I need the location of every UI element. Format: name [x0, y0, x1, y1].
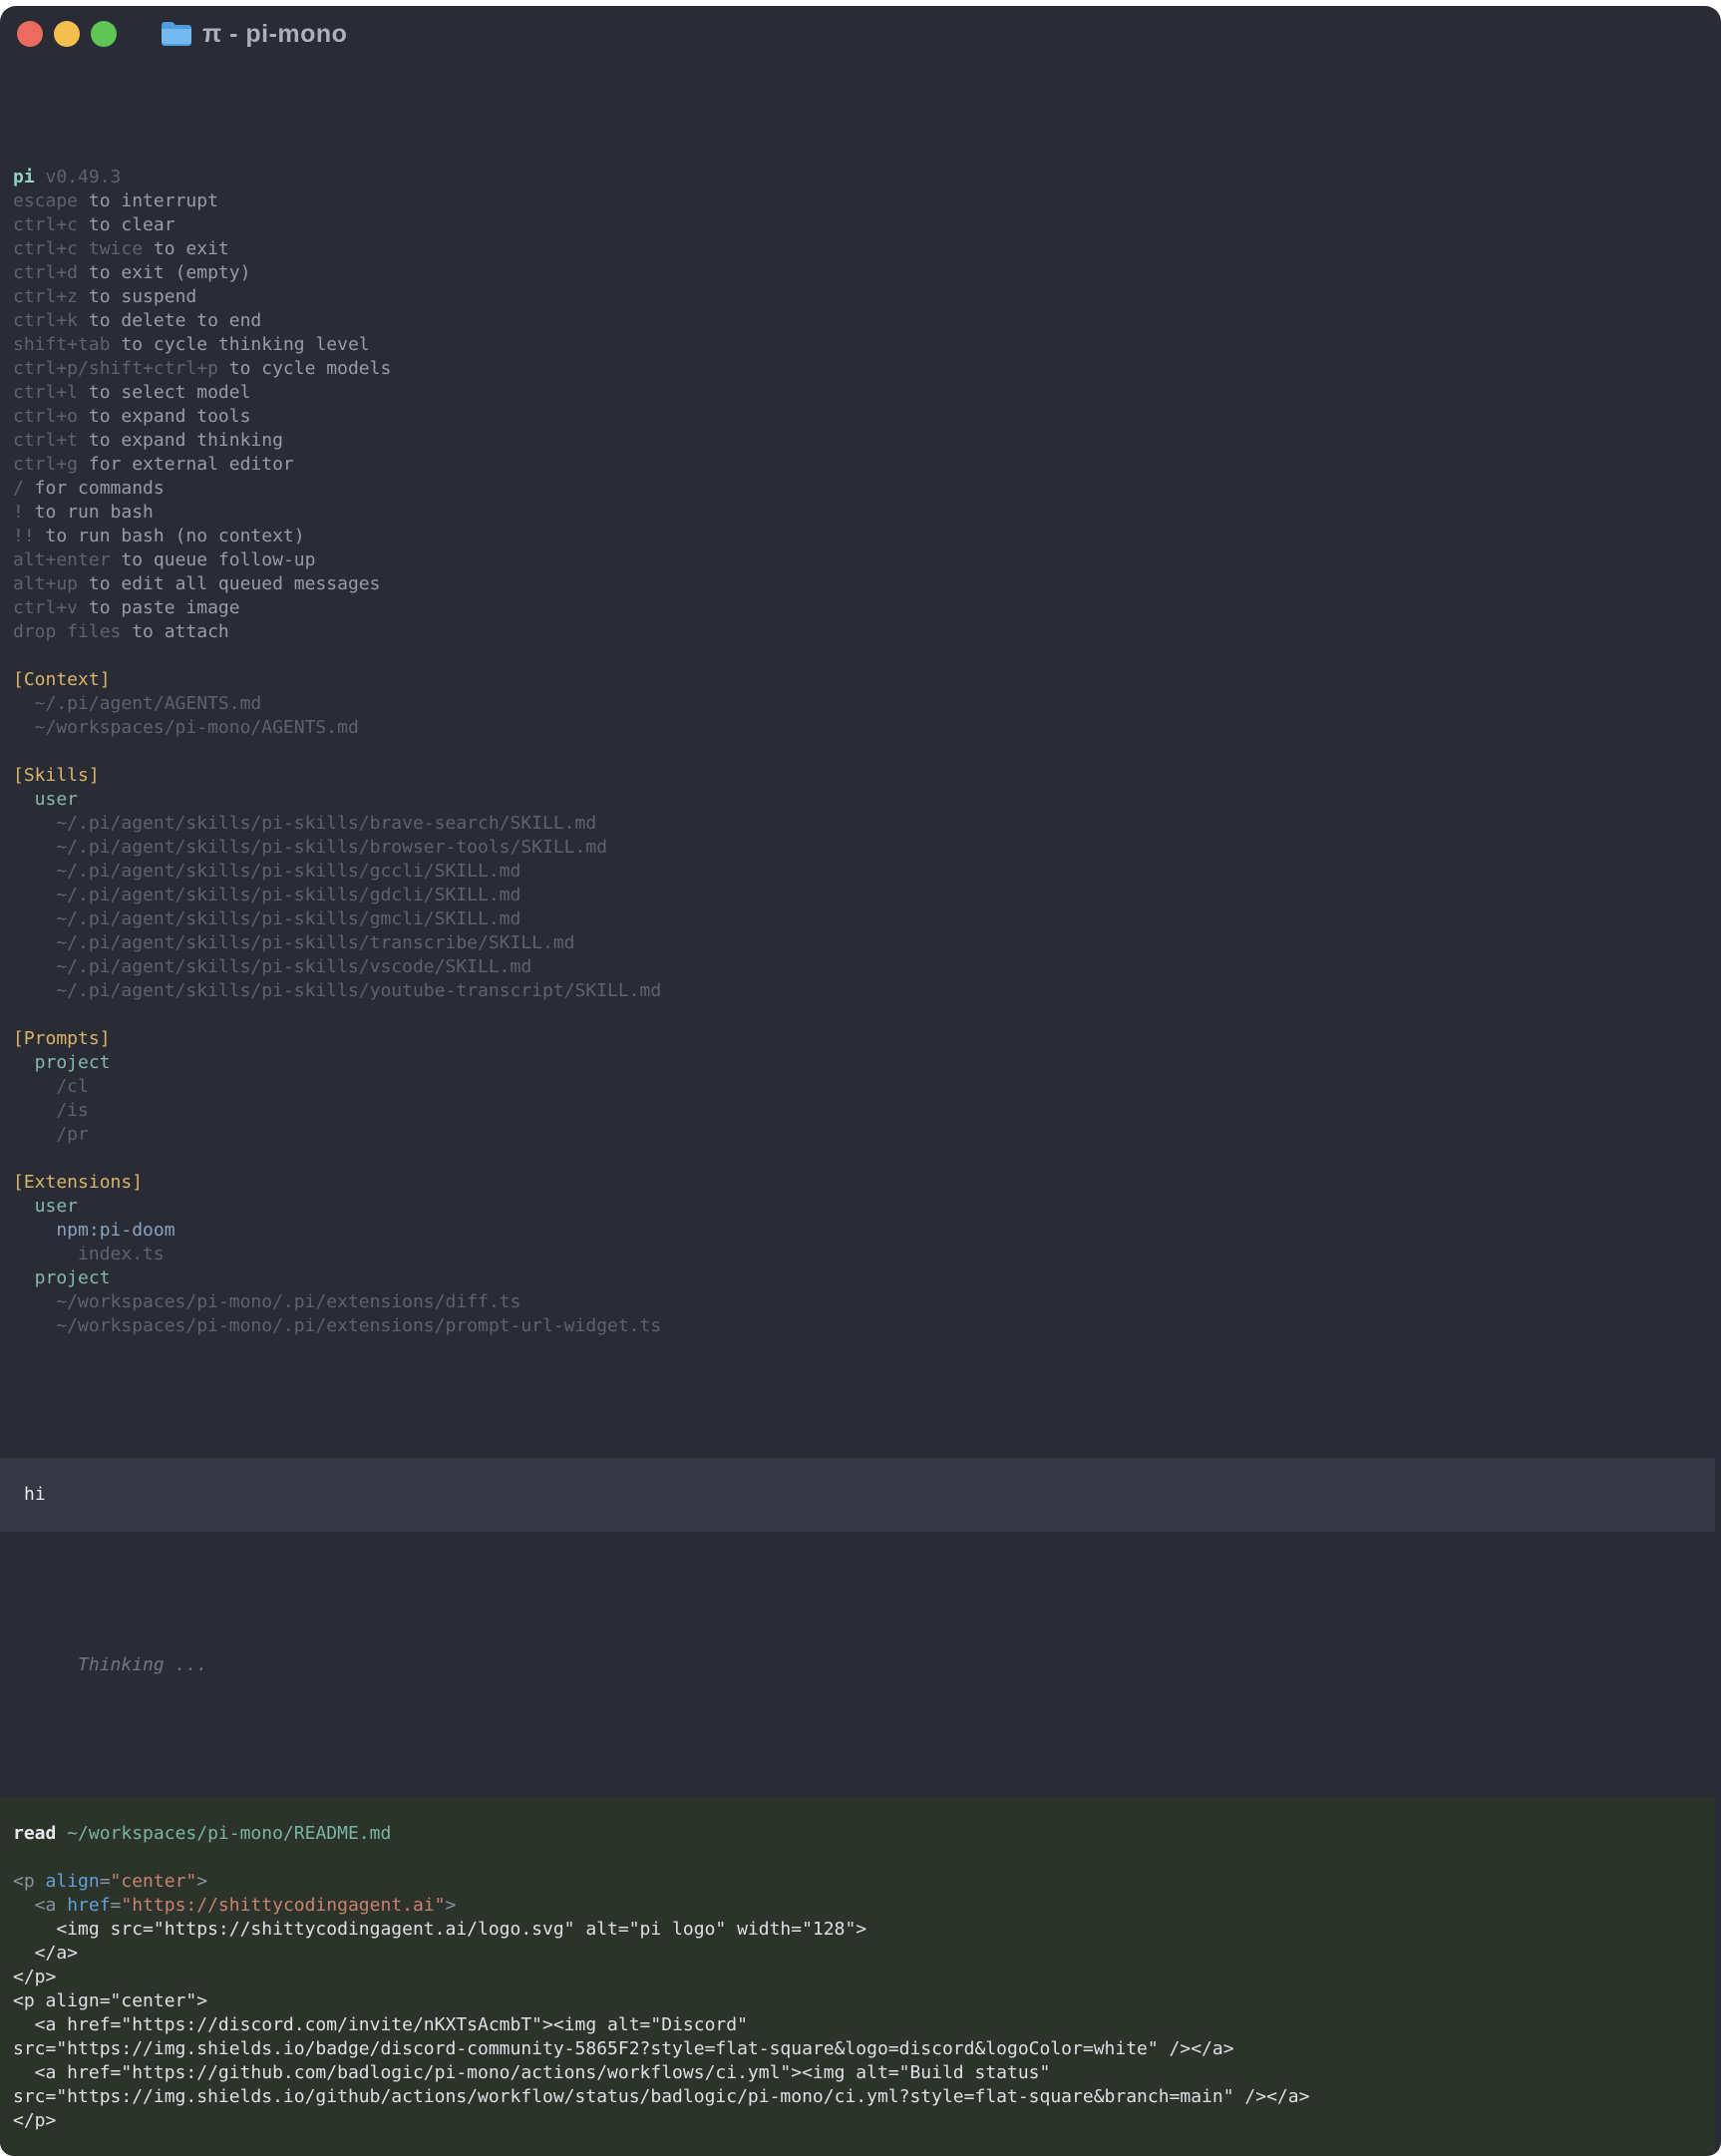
startup-info: pi v0.49.3escape to interruptctrl+c to c…	[0, 134, 1721, 1338]
terminal-line: <p align="center">	[13, 1870, 1702, 1894]
terminal-line	[13, 740, 1708, 764]
terminal-line: ctrl+o to expand tools	[13, 405, 1708, 429]
terminal-line: user	[13, 788, 1708, 812]
terminal-line: src="https://img.shields.io/github/actio…	[13, 2085, 1702, 2109]
tool-call-read-block: read ~/workspaces/pi-mono/README.md <p a…	[0, 1797, 1715, 2156]
thinking-indicator: Thinking ...	[0, 1629, 1721, 1701]
terminal-line: ctrl+k to delete to end	[13, 309, 1708, 333]
terminal-line: project	[13, 1051, 1708, 1075]
terminal-line: ~/.pi/agent/skills/pi-skills/transcribe/…	[13, 931, 1708, 955]
terminal-line: ctrl+p/shift+ctrl+p to cycle models	[13, 357, 1708, 381]
terminal-line: user	[13, 1195, 1708, 1219]
terminal-line: ctrl+v to paste image	[13, 596, 1708, 620]
terminal-line: npm:pi-doom	[13, 1219, 1708, 1243]
terminal-line: ~/.pi/agent/skills/pi-skills/gmcli/SKILL…	[13, 907, 1708, 931]
terminal-line: ~/.pi/agent/skills/pi-skills/vscode/SKIL…	[13, 955, 1708, 979]
terminal-line: escape to interrupt	[13, 189, 1708, 213]
terminal-line: index.ts	[13, 1243, 1708, 1266]
terminal-content: pi v0.49.3escape to interruptctrl+c to c…	[0, 62, 1721, 2156]
terminal-line: <a href="https://github.com/badlogic/pi-…	[13, 2061, 1702, 2085]
terminal-line: ctrl+d to exit (empty)	[13, 261, 1708, 285]
terminal-line: ctrl+g for external editor	[13, 453, 1708, 477]
terminal-line: ~/workspaces/pi-mono/AGENTS.md	[13, 716, 1708, 740]
terminal-line: </a>	[13, 1942, 1702, 1966]
title-group: π - pi-mono	[161, 20, 347, 49]
window-title: π - pi-mono	[202, 20, 347, 49]
terminal-window: π - pi-mono pi v0.49.3escape to interrup…	[0, 6, 1721, 2156]
terminal-line: alt+up to edit all queued messages	[13, 572, 1708, 596]
title-bar: π - pi-mono	[0, 6, 1721, 62]
traffic-lights	[0, 21, 117, 47]
terminal-line: /pr	[13, 1123, 1708, 1147]
thinking-text: Thinking ...	[78, 1654, 207, 1675]
folder-icon	[161, 21, 192, 47]
user-message: hi	[0, 1458, 1715, 1532]
terminal-line: <a href="https://discord.com/invite/nKXT…	[13, 2013, 1702, 2037]
terminal-line: ~/.pi/agent/skills/pi-skills/browser-too…	[13, 836, 1708, 860]
terminal-line: !! to run bash (no context)	[13, 525, 1708, 548]
terminal-line: ctrl+t to expand thinking	[13, 429, 1708, 453]
terminal-line: pi v0.49.3	[13, 166, 1708, 189]
terminal-line: / for commands	[13, 477, 1708, 501]
terminal-line: /cl	[13, 1075, 1708, 1099]
terminal-line: [Context]	[13, 668, 1708, 692]
terminal-line: ctrl+c to clear	[13, 213, 1708, 237]
terminal-line: ~/workspaces/pi-mono/.pi/extensions/prom…	[13, 1314, 1708, 1338]
terminal-line: ~/.pi/agent/skills/pi-skills/gdcli/SKILL…	[13, 884, 1708, 907]
terminal-line: </p>	[13, 2109, 1702, 2133]
terminal-line: <p align="center">	[13, 1989, 1702, 2013]
terminal-line: ctrl+l to select model	[13, 381, 1708, 405]
terminal-line: ~/.pi/agent/skills/pi-skills/brave-searc…	[13, 812, 1708, 836]
terminal-line: src="https://img.shields.io/badge/discor…	[13, 2037, 1702, 2061]
close-button[interactable]	[17, 21, 43, 47]
terminal-line: </p>	[13, 1966, 1702, 1989]
terminal-line: drop files to attach	[13, 620, 1708, 644]
terminal-line: /is	[13, 1099, 1708, 1123]
terminal-line: ~/workspaces/pi-mono/.pi/extensions/diff…	[13, 1290, 1708, 1314]
terminal-line: ~/.pi/agent/AGENTS.md	[13, 692, 1708, 716]
terminal-line: read ~/workspaces/pi-mono/README.md	[13, 1822, 1702, 1846]
terminal-line: ~/.pi/agent/skills/pi-skills/youtube-tra…	[13, 979, 1708, 1003]
terminal-line: alt+enter to queue follow-up	[13, 548, 1708, 572]
terminal-line: shift+tab to cycle thinking level	[13, 333, 1708, 357]
terminal-line	[13, 644, 1708, 668]
terminal-line: ~/.pi/agent/skills/pi-skills/gccli/SKILL…	[13, 860, 1708, 884]
minimize-button[interactable]	[54, 21, 80, 47]
terminal-line: <a href="https://shittycodingagent.ai">	[13, 1894, 1702, 1918]
terminal-line: project	[13, 1266, 1708, 1290]
terminal-line: [Extensions]	[13, 1171, 1708, 1195]
terminal-line	[13, 1003, 1708, 1027]
terminal-line: ! to run bash	[13, 501, 1708, 525]
zoom-button[interactable]	[91, 21, 117, 47]
terminal-line	[13, 2133, 1702, 2156]
terminal-line: ctrl+c twice to exit	[13, 237, 1708, 261]
user-message-text: hi	[24, 1483, 46, 1507]
terminal-line: [Skills]	[13, 764, 1708, 788]
terminal-line: [Prompts]	[13, 1027, 1708, 1051]
terminal-line: ctrl+z to suspend	[13, 285, 1708, 309]
terminal-line	[13, 1846, 1702, 1870]
terminal-line: <img src="https://shittycodingagent.ai/l…	[13, 1918, 1702, 1942]
terminal-line	[13, 1147, 1708, 1171]
